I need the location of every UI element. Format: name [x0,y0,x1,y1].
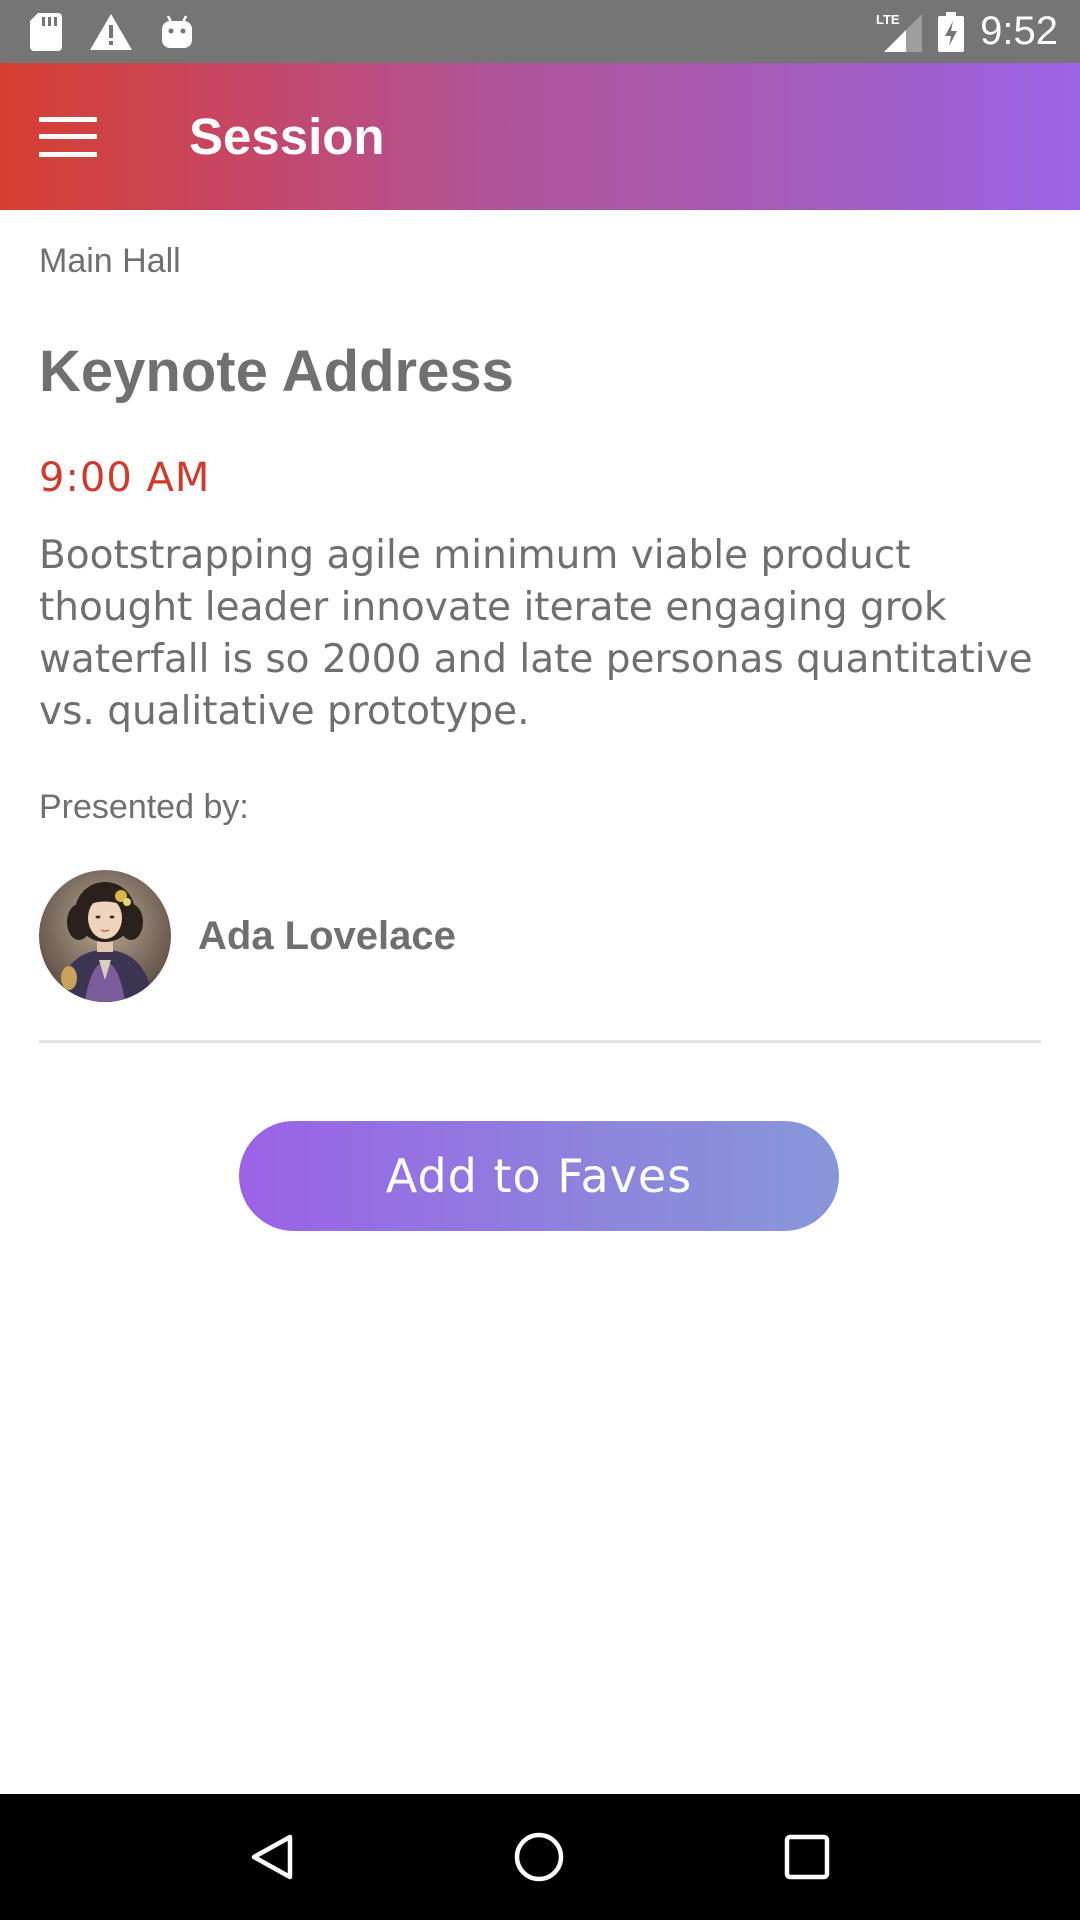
warning-icon [90,13,132,50]
android-icon [160,14,194,50]
speaker-name[interactable]: Ada Lovelace [198,914,456,959]
sd-card-icon [30,12,62,51]
app-bar: Session [0,63,1080,210]
page-title: Session [189,108,385,165]
system-nav-bar [0,1794,1080,1920]
speaker-row[interactable]: Ada Lovelace [39,870,1041,1002]
speaker-avatar[interactable] [39,870,171,1002]
add-to-faves-button[interactable]: Add to Faves [239,1121,839,1231]
back-icon[interactable] [250,1833,294,1881]
status-time: 9:52 [980,9,1058,53]
svg-text:LTE: LTE [876,12,900,27]
session-description: Bootstrapping agile minimum viable produ… [39,533,1033,734]
status-left-icons [30,12,222,51]
lte-signal-icon: LTE [876,12,923,52]
status-right-icons: LTE 9:52 [860,9,1058,54]
session-time: 9:00 AM [39,455,211,501]
presented-by-label: Presented by: [39,788,249,826]
divider [39,1040,1041,1043]
hamburger-menu-icon[interactable] [39,116,97,157]
recents-icon[interactable] [784,1834,830,1880]
home-icon[interactable] [513,1831,565,1883]
status-bar: LTE 9:52 [0,0,1080,63]
session-title: Keynote Address [39,339,514,404]
session-room: Main Hall [39,242,181,280]
battery-charging-icon [938,11,965,52]
